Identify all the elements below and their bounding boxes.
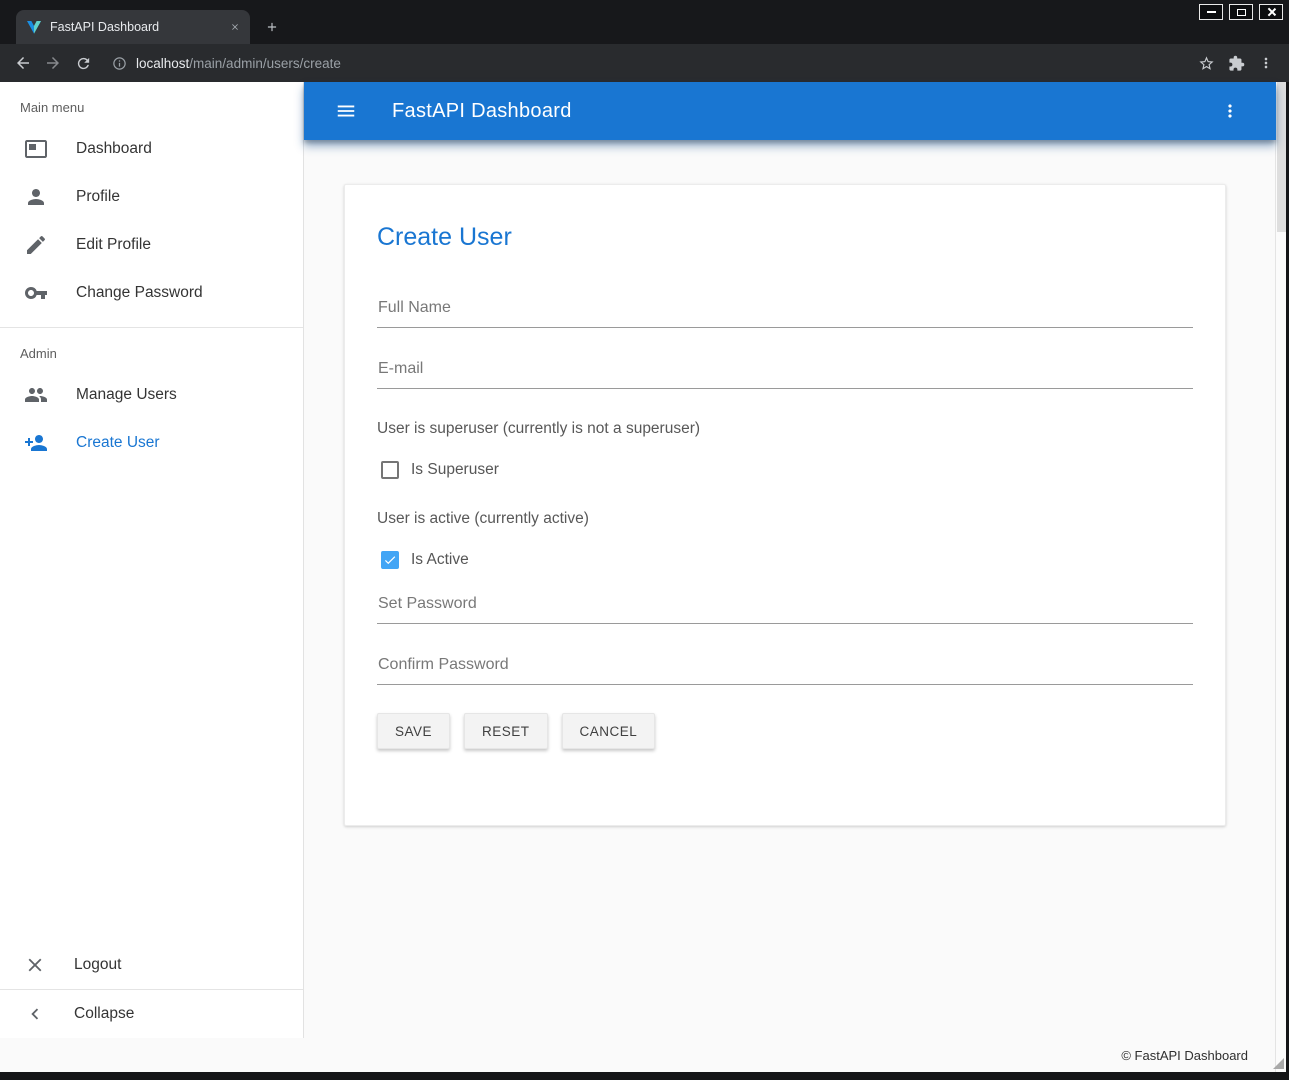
people-icon: [24, 383, 48, 407]
superuser-hint: User is superuser (currently is not a su…: [377, 419, 1193, 439]
main-area: FastAPI Dashboard Create User User is su…: [304, 82, 1276, 1038]
dashboard-icon: [24, 137, 48, 161]
reset-button[interactable]: RESET: [464, 713, 548, 749]
person-add-icon: [24, 431, 48, 455]
browser-titlebar: FastAPI Dashboard: [0, 0, 1289, 44]
hamburger-menu-icon[interactable]: [326, 91, 366, 131]
cancel-button[interactable]: CANCEL: [562, 713, 656, 749]
bookmark-star-icon[interactable]: [1191, 48, 1221, 78]
checkmark-icon: [383, 553, 397, 567]
window-minimize-button[interactable]: [1199, 4, 1223, 20]
site-info-icon[interactable]: [112, 56, 127, 71]
window-maximize-button[interactable]: [1229, 4, 1253, 20]
sidebar-item-label: Dashboard: [76, 140, 152, 158]
scrollbar-thumb[interactable]: [1277, 82, 1286, 232]
sidebar-item-label: Collapse: [74, 1005, 134, 1023]
sidebar-item-collapse[interactable]: Collapse: [0, 990, 303, 1038]
url-path: /main/admin/users/create: [189, 56, 341, 71]
form-actions: SAVE RESET CANCEL: [377, 713, 1193, 749]
superuser-checkbox-row[interactable]: Is Superuser: [381, 461, 1193, 479]
active-hint: User is active (currently active): [377, 509, 1193, 529]
sidebar-item-profile[interactable]: Profile: [0, 173, 303, 221]
kebab-menu-icon[interactable]: [1210, 91, 1250, 131]
browser-menu-icon[interactable]: [1251, 48, 1281, 78]
resize-grip[interactable]: [1273, 1058, 1284, 1069]
browser-toolbar: localhost/main/admin/users/create: [0, 44, 1289, 82]
sidebar-item-edit-profile[interactable]: Edit Profile: [0, 221, 303, 269]
active-checkbox[interactable]: [381, 551, 399, 569]
person-icon: [24, 185, 48, 209]
sidebar-item-label: Edit Profile: [76, 236, 151, 254]
browser-tab[interactable]: FastAPI Dashboard: [16, 10, 250, 44]
reload-icon[interactable]: [68, 48, 98, 78]
address-bar[interactable]: localhost/main/admin/users/create: [104, 49, 1185, 77]
sidebar-item-change-password[interactable]: Change Password: [0, 269, 303, 317]
superuser-checkbox-label[interactable]: Is Superuser: [411, 461, 499, 479]
chevron-left-icon: [24, 1003, 46, 1025]
pencil-icon: [24, 233, 48, 257]
app-footer: © FastAPI Dashboard: [0, 1038, 1276, 1072]
email-field[interactable]: [377, 360, 1193, 389]
sidebar-item-label: Change Password: [76, 284, 203, 302]
save-button[interactable]: SAVE: [377, 713, 450, 749]
app-shell: Main menu Dashboard Profile: [0, 82, 1276, 1072]
sidebar-caption-admin: Admin: [0, 328, 303, 371]
app-bar: FastAPI Dashboard: [304, 82, 1276, 140]
full-name-field[interactable]: [377, 299, 1193, 328]
tab-title: FastAPI Dashboard: [50, 20, 226, 34]
sidebar-item-logout[interactable]: Logout: [0, 941, 303, 989]
sidebar-item-dashboard[interactable]: Dashboard: [0, 125, 303, 173]
tab-close-icon[interactable]: [226, 18, 244, 36]
back-icon[interactable]: [8, 48, 38, 78]
confirm-password-field[interactable]: [377, 656, 1193, 685]
sidebar-caption-main: Main menu: [0, 82, 303, 125]
close-icon: [24, 954, 46, 976]
set-password-field[interactable]: [377, 595, 1193, 624]
superuser-checkbox[interactable]: [381, 461, 399, 479]
window-controls: [1199, 4, 1283, 20]
page-content: Create User User is superuser (currently…: [304, 140, 1276, 1038]
sidebar-item-label: Manage Users: [76, 386, 177, 404]
create-user-card: Create User User is superuser (currently…: [344, 184, 1226, 826]
active-checkbox-label[interactable]: Is Active: [411, 551, 469, 569]
sidebar-item-label: Create User: [76, 434, 160, 452]
page-title: Create User: [377, 221, 1193, 253]
extensions-icon[interactable]: [1221, 48, 1251, 78]
sidebar-item-create-user[interactable]: Create User: [0, 419, 303, 467]
new-tab-button[interactable]: [258, 13, 286, 41]
active-checkbox-row[interactable]: Is Active: [381, 551, 1193, 569]
sidebar-item-label: Logout: [74, 956, 121, 974]
sidebar-item-label: Profile: [76, 188, 120, 206]
window-close-button[interactable]: [1259, 4, 1283, 20]
footer-copyright: © FastAPI Dashboard: [1121, 1048, 1248, 1063]
vuetify-logo-icon: [26, 19, 42, 35]
appbar-title: FastAPI Dashboard: [392, 100, 572, 123]
sidebar-item-manage-users[interactable]: Manage Users: [0, 371, 303, 419]
forward-icon[interactable]: [38, 48, 68, 78]
window-edge-bottom: [0, 1072, 1289, 1080]
page-scrollbar[interactable]: [1275, 82, 1286, 1072]
url-host: localhost: [136, 56, 189, 71]
browser-window: FastAPI Dashboard localhost/m: [0, 0, 1289, 1080]
key-icon: [24, 281, 48, 305]
sidebar: Main menu Dashboard Profile: [0, 82, 304, 1038]
